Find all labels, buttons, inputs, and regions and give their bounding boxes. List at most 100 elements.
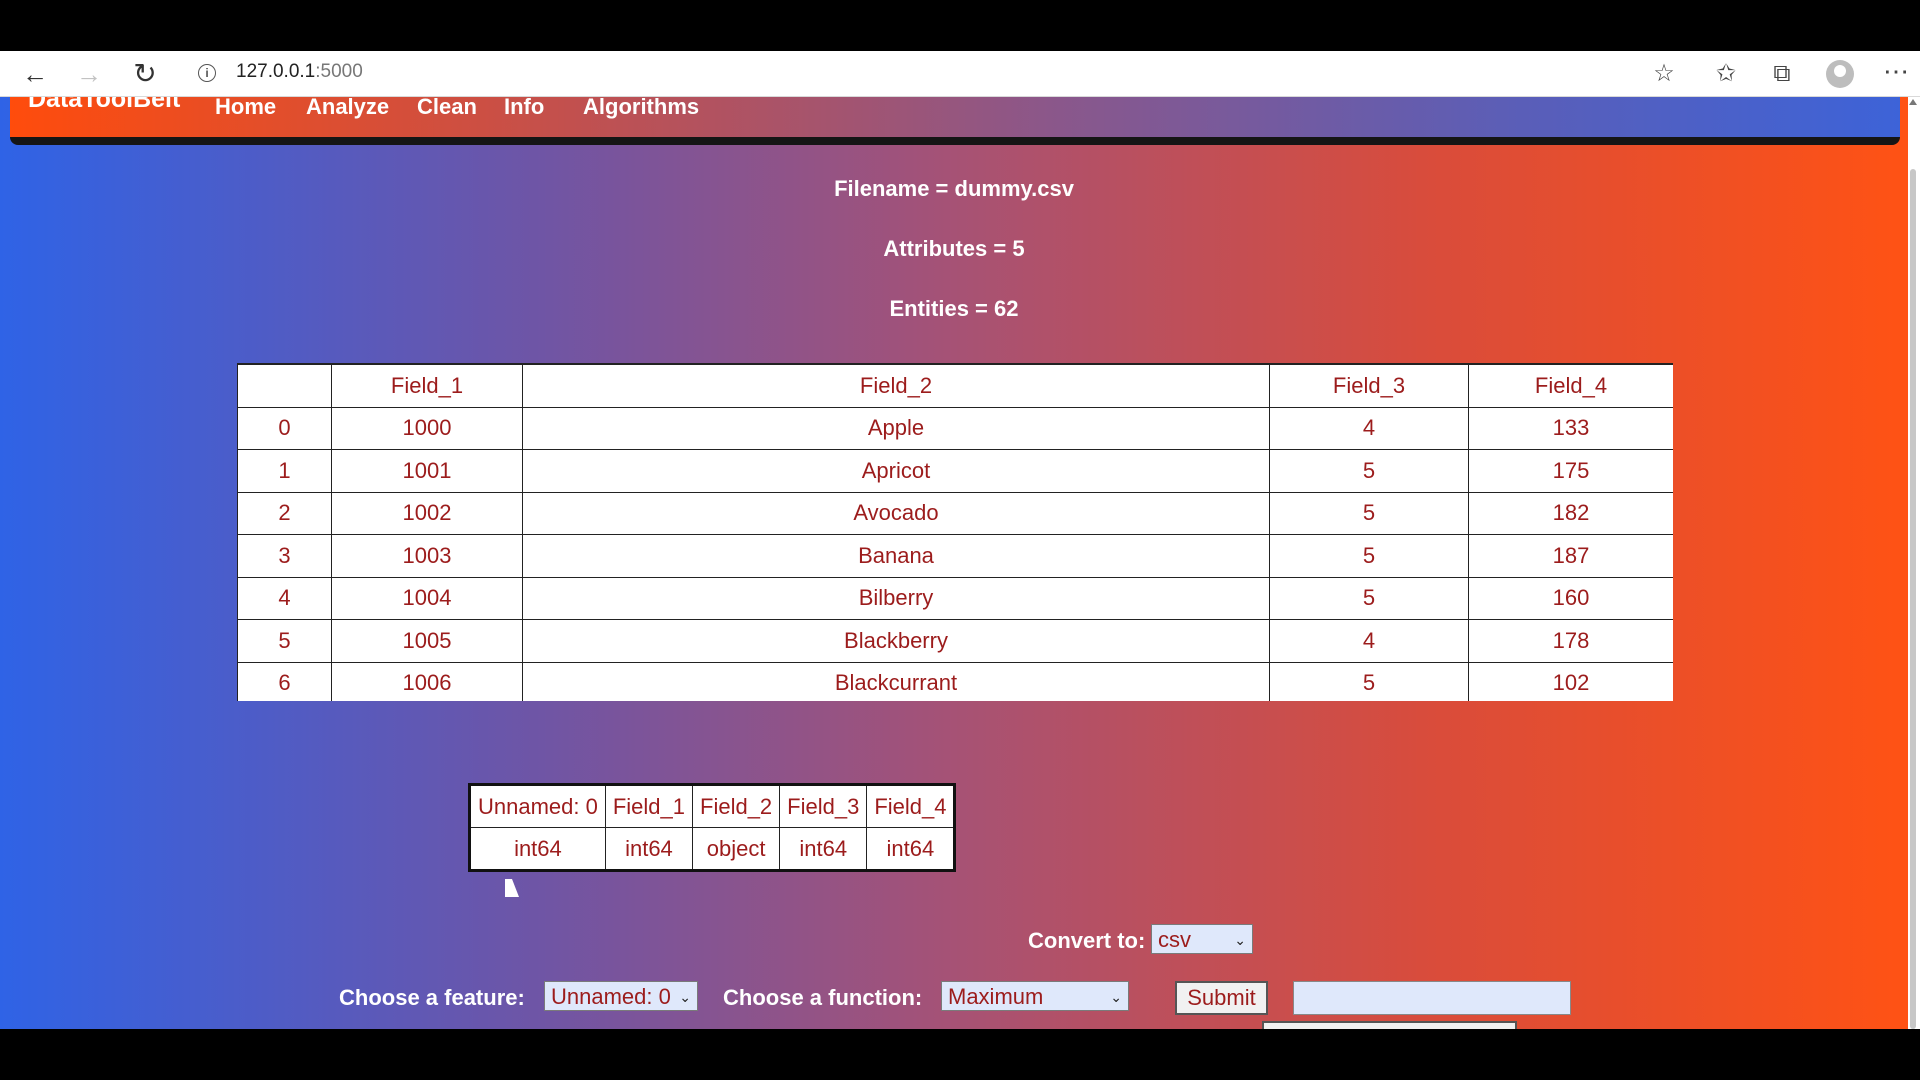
table-cell: 5 [1269, 534, 1469, 578]
url-host: 127.0.0.1 [236, 61, 316, 82]
nav-info-link[interactable]: Info [504, 97, 544, 120]
convert-format-select[interactable]: csv ⌄ [1151, 924, 1253, 954]
data-preview-table: Field_1 Field_2 Field_3 Field_4 0 1000 App… [237, 363, 1673, 701]
table-cell: 1000 [331, 406, 523, 450]
dtypes-table: Unnamed: 0 Field_1 Field_2 Field_3 Field… [468, 783, 957, 872]
row-index-cell: 1 [237, 449, 332, 493]
table-cell: 5 [1269, 576, 1469, 620]
star-icon[interactable]: ☆ [1648, 58, 1680, 90]
dtype-value: int64 [469, 827, 606, 871]
browser-toolbar: ← → ↻ i 127.0.0.1:5000 ☆ ✩ ⧉ ⋯ [0, 51, 1920, 97]
column-header: Field_4 [1468, 363, 1673, 408]
table-cell: 5 [1269, 491, 1469, 535]
dtype-header: Field_4 [866, 784, 956, 828]
table-cell: 102 [1468, 661, 1673, 701]
table-header-row: Unnamed: 0 Field_1 Field_2 Field_3 Field… [469, 784, 956, 828]
function-select[interactable]: Maximum ⌄ [941, 981, 1129, 1011]
profile-avatar-icon[interactable] [1826, 60, 1854, 88]
site-info-icon[interactable]: i [198, 64, 216, 82]
dtype-header: Field_3 [779, 784, 868, 828]
data-preview-scroll[interactable]: Field_1 Field_2 Field_3 Field_4 0 1000 App… [237, 363, 1673, 701]
convert-and-download-button[interactable]: Convert and Download [1262, 1021, 1517, 1029]
table-row: 0 1000 Apple 4 133 [237, 406, 1673, 450]
row-index-cell: 0 [237, 406, 332, 450]
column-header: Field_1 [331, 363, 523, 408]
page-viewport: DataToolBelt Home Analyze Clean Info Alg… [0, 97, 1908, 1029]
reload-icon[interactable]: ↻ [128, 57, 162, 91]
table-cell: Banana [522, 534, 1270, 578]
dtype-header: Unnamed: 0 [469, 784, 606, 828]
row-index-cell: 5 [237, 619, 332, 663]
table-row: 5 1005 Blackberry 4 178 [237, 619, 1673, 663]
table-row: 6 1006 Blackcurrant 5 102 [237, 661, 1673, 701]
table-cell: 1005 [331, 619, 523, 663]
table-cell: 178 [1468, 619, 1673, 663]
table-cell: 1004 [331, 576, 523, 620]
top-navbar: DataToolBelt Home Analyze Clean Info Alg… [10, 97, 1900, 145]
table-cell: 133 [1468, 406, 1673, 450]
collections-icon[interactable]: ⧉ [1766, 58, 1798, 90]
back-arrow-icon[interactable]: ← [18, 57, 52, 91]
scroll-up-arrow-icon[interactable] [1909, 99, 1917, 105]
favorites-icon[interactable]: ✩ [1710, 58, 1742, 90]
row-index-cell: 6 [237, 661, 332, 701]
dtype-value: int64 [604, 827, 694, 871]
table-cell: 5 [1269, 449, 1469, 493]
column-header: Field_2 [522, 363, 1270, 408]
more-menu-icon[interactable]: ⋯ [1880, 58, 1912, 90]
choose-function-label: Choose a function: [723, 985, 923, 1010]
table-cell: 4 [1269, 619, 1469, 663]
table-cell: 5 [1269, 661, 1469, 701]
table-cell: Blackberry [522, 619, 1270, 663]
vertical-scrollbar[interactable] [1908, 97, 1920, 1029]
dtype-value: object [692, 827, 781, 871]
attributes-count-text: Attributes = 5 [883, 236, 1025, 261]
table-cell: 182 [1468, 491, 1673, 535]
scrollbar-thumb[interactable] [1910, 169, 1916, 1029]
table-cell: Avocado [522, 491, 1270, 535]
column-header: Field_3 [1269, 363, 1469, 408]
result-output-field[interactable] [1293, 981, 1571, 1015]
table-header-row: Field_1 Field_2 Field_3 Field_4 [237, 363, 1673, 408]
table-cell: 175 [1468, 449, 1673, 493]
table-cell: 160 [1468, 576, 1673, 620]
row-index-cell: 4 [237, 576, 332, 620]
nav-analyze-link[interactable]: Analyze [306, 97, 389, 120]
table-row: 2 1002 Avocado 5 182 [237, 491, 1673, 535]
chevron-down-icon: ⌄ [1110, 989, 1122, 1005]
entities-count-text: Entities = 62 [889, 296, 1019, 321]
function-value: Maximum [948, 984, 1044, 1009]
row-index-cell: 2 [237, 491, 332, 535]
table-cell: Bilberry [522, 576, 1270, 620]
address-bar[interactable]: 127.0.0.1:5000 [236, 61, 363, 83]
table-row: 1 1001 Apricot 5 175 [237, 449, 1673, 493]
table-cell: Apple [522, 406, 1270, 450]
nav-algorithms-link[interactable]: Algorithms [583, 97, 699, 120]
filename-text: Filename = dummy.csv [834, 176, 1074, 201]
forward-arrow-icon[interactable]: → [72, 57, 106, 91]
dtype-value: int64 [866, 827, 956, 871]
nav-clean-link[interactable]: Clean [417, 97, 477, 120]
dtype-header: Field_2 [692, 784, 781, 828]
brand-logo-text[interactable]: DataToolBelt [28, 97, 180, 114]
table-row: 4 1004 Bilberry 5 160 [237, 576, 1673, 620]
table-cell: 1003 [331, 534, 523, 578]
convert-to-label: Convert to: [1028, 928, 1146, 953]
table-cell: 1006 [331, 661, 523, 701]
table-row: 3 1003 Banana 5 187 [237, 534, 1673, 578]
table-cell: Apricot [522, 449, 1270, 493]
column-header-index [237, 363, 332, 408]
choose-feature-label: Choose a feature: [339, 985, 525, 1010]
table-cell: 187 [1468, 534, 1673, 578]
row-index-cell: 3 [237, 534, 332, 578]
table-cell: 4 [1269, 406, 1469, 450]
submit-button[interactable]: Submit [1175, 981, 1268, 1015]
feature-select[interactable]: Unnamed: 0 ⌄ [544, 981, 698, 1011]
url-port: :5000 [315, 61, 363, 82]
dtype-header: Field_1 [604, 784, 694, 828]
table-cell: 1002 [331, 491, 523, 535]
convert-format-value: csv [1158, 927, 1191, 952]
table-cell: 1001 [331, 449, 523, 493]
chevron-down-icon: ⌄ [679, 989, 691, 1005]
nav-home-link[interactable]: Home [215, 97, 276, 120]
